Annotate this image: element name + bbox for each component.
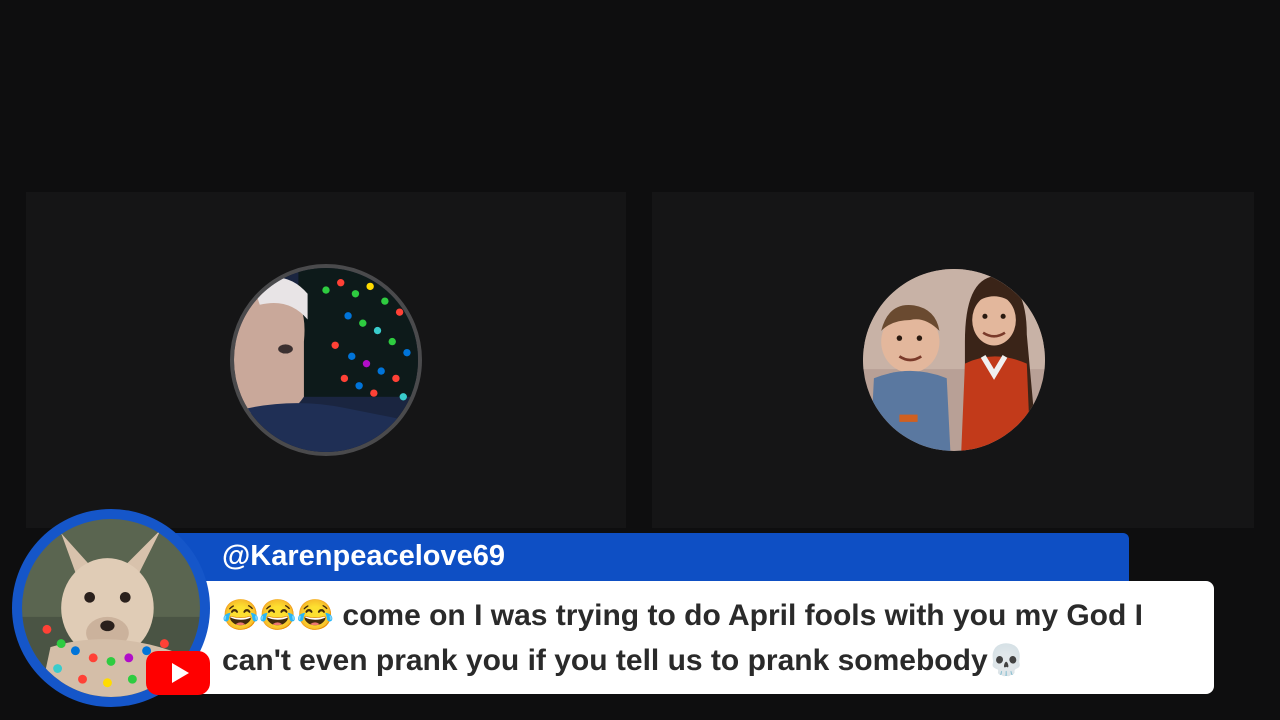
holiday-lights-photo-icon: [234, 268, 418, 452]
stream-stage: @Karenpeacelove69 😂😂😂 come on I was tryi…: [0, 0, 1280, 720]
children-photo-icon: [863, 269, 1045, 451]
participant-tile-1[interactable]: [26, 192, 626, 528]
participant-avatar-1: [230, 264, 422, 456]
comment-username: @Karenpeacelove69: [222, 540, 505, 572]
play-icon: [172, 663, 189, 683]
youtube-icon: [146, 651, 210, 695]
comment-message: 😂😂😂 come on I was trying to do April foo…: [222, 599, 1143, 677]
comment-name-bar: @Karenpeacelove69: [150, 533, 1129, 583]
participant-avatar-2: [863, 269, 1045, 451]
comment-message-box: 😂😂😂 come on I was trying to do April foo…: [150, 581, 1214, 694]
participant-tile-2[interactable]: [652, 192, 1254, 528]
